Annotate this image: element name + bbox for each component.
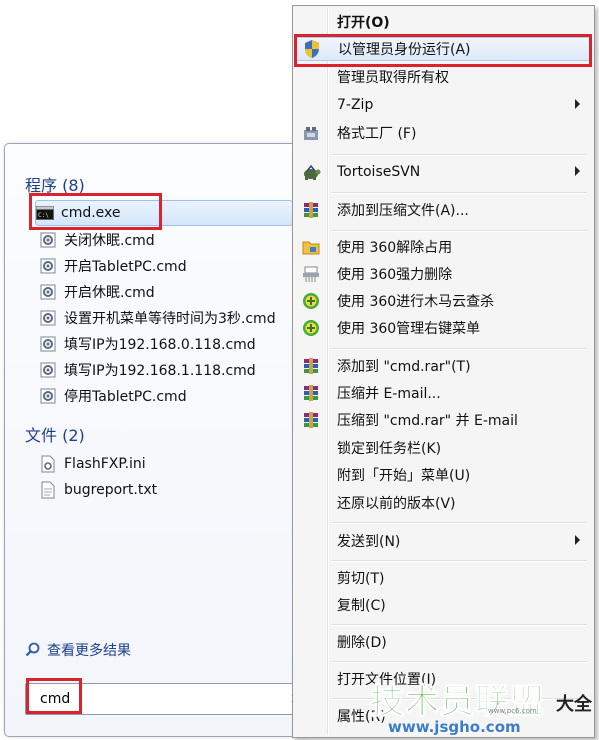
menu-item-add-to-archive[interactable]: 添加到压缩文件(A)... xyxy=(295,198,590,222)
shield-360-icon xyxy=(295,316,327,340)
result-cmd-script[interactable]: 填写IP为192.168.0.118.cmd xyxy=(39,332,299,356)
menu-item-send-to[interactable]: 发送到(N) xyxy=(295,529,590,553)
winrar-icon xyxy=(295,381,327,405)
files-group-title[interactable]: 文件 (2) xyxy=(25,422,85,446)
menu-separator xyxy=(331,560,587,562)
shredder-icon xyxy=(295,262,327,286)
menu-item-tortoisesvn[interactable]: TortoiseSVN xyxy=(295,160,590,184)
menu-item-restore-previous[interactable]: 还原以前的版本(V) xyxy=(295,491,590,515)
result-label: 填写IP为192.168.1.118.cmd xyxy=(64,363,256,379)
result-cmd-script[interactable]: 停用TabletPC.cmd xyxy=(39,384,299,408)
result-cmd-script[interactable]: 设置开机菜单等待时间为3秒.cmd xyxy=(39,306,299,330)
result-cmd-script[interactable]: 填写IP为192.168.1.118.cmd xyxy=(39,358,299,382)
cmd-script-icon xyxy=(39,387,57,405)
text-file-icon xyxy=(39,481,57,499)
annotation-highlight-search xyxy=(26,678,82,714)
search-icon xyxy=(25,642,41,658)
cmd-script-icon xyxy=(39,361,57,379)
menu-separator xyxy=(331,661,587,663)
cmd-script-icon xyxy=(39,257,57,275)
submenu-arrow-icon xyxy=(575,99,580,109)
start-menu-panel: 程序 (8) C:\ cmd.exe 关闭休眠.cmd 开启TabletPC.c… xyxy=(4,143,306,737)
see-more-results-link[interactable]: 查看更多结果 xyxy=(25,640,131,660)
cmd-script-icon xyxy=(39,283,57,301)
menu-separator xyxy=(331,624,587,626)
menu-item-open-file-location[interactable]: 打开文件位置(I) xyxy=(295,667,590,691)
result-label: 设置开机菜单等待时间为3秒.cmd xyxy=(64,311,276,327)
result-file[interactable]: FlashFXP.ini xyxy=(39,452,299,476)
menu-item-360-manage-menu[interactable]: 使用 360管理右键菜单 xyxy=(295,316,590,340)
menu-item-take-ownership[interactable]: 管理员取得所有权 xyxy=(295,65,590,89)
tortoise-icon xyxy=(295,160,327,184)
context-menu: 打开(O) 以管理员身份运行(A) 管理员取得所有权 7-Zip 格式工厂 (F… xyxy=(292,5,595,738)
menu-item-format-factory[interactable]: 格式工厂 (F) xyxy=(295,121,590,145)
result-label: bugreport.txt xyxy=(64,482,158,498)
menu-item-pin-to-start[interactable]: 附到「开始」菜单(U) xyxy=(295,463,590,487)
result-label: 填写IP为192.168.0.118.cmd xyxy=(64,337,256,353)
result-file[interactable]: bugreport.txt xyxy=(39,478,299,502)
menu-separator xyxy=(331,230,587,232)
menu-separator xyxy=(331,192,587,194)
result-label: FlashFXP.ini xyxy=(64,456,146,472)
unlock-folder-icon xyxy=(295,235,327,259)
result-label: 开启休眠.cmd xyxy=(64,285,155,301)
menu-item-cut[interactable]: 剪切(T) xyxy=(295,566,590,590)
submenu-arrow-icon xyxy=(575,535,580,545)
winrar-icon xyxy=(295,408,327,432)
menu-separator xyxy=(331,348,587,350)
winrar-icon xyxy=(295,198,327,222)
menu-separator xyxy=(331,154,587,156)
result-label: 关闭休眠.cmd xyxy=(64,233,155,249)
submenu-arrow-icon xyxy=(575,166,580,176)
result-cmd-script[interactable]: 关闭休眠.cmd xyxy=(39,228,299,252)
shield-360-icon xyxy=(295,289,327,313)
see-more-label: 查看更多结果 xyxy=(47,643,131,659)
menu-item-360-force-delete[interactable]: 使用 360强力删除 xyxy=(295,262,590,286)
menu-item-open[interactable]: 打开(O) xyxy=(295,10,590,34)
menu-item-360-trojan-scan[interactable]: 使用 360进行木马云查杀 xyxy=(295,289,590,313)
menu-separator xyxy=(331,698,587,700)
ini-file-icon xyxy=(39,455,57,473)
winrar-icon xyxy=(295,354,327,378)
format-factory-icon xyxy=(295,121,327,145)
result-label: 开启TabletPC.cmd xyxy=(64,259,187,275)
menu-item-add-to-cmd-rar[interactable]: 添加到 "cmd.rar"(T) xyxy=(295,354,590,378)
annotation-highlight-run-as-admin xyxy=(294,34,592,67)
menu-item-compress-to-cmd-rar-email[interactable]: 压缩到 "cmd.rar" 并 E-mail xyxy=(295,408,590,432)
menu-item-7zip[interactable]: 7-Zip xyxy=(295,93,590,117)
result-cmd-script[interactable]: 开启休眠.cmd xyxy=(39,280,299,304)
annotation-highlight-cmd-exe xyxy=(29,193,162,230)
cmd-script-icon xyxy=(39,231,57,249)
result-label: 停用TabletPC.cmd xyxy=(64,389,187,405)
menu-item-copy[interactable]: 复制(C) xyxy=(295,593,590,617)
menu-item-properties[interactable]: 属性(R) xyxy=(295,704,590,728)
menu-item-pin-to-taskbar[interactable]: 锁定到任务栏(K) xyxy=(295,436,590,460)
menu-item-compress-email[interactable]: 压缩并 E-mail... xyxy=(295,381,590,405)
result-cmd-script[interactable]: 开启TabletPC.cmd xyxy=(39,254,299,278)
menu-separator xyxy=(331,522,587,524)
cmd-script-icon xyxy=(39,309,57,327)
menu-item-delete[interactable]: 删除(D) xyxy=(295,630,590,654)
cmd-script-icon xyxy=(39,335,57,353)
menu-item-360-unlock[interactable]: 使用 360解除占用 xyxy=(295,235,590,259)
